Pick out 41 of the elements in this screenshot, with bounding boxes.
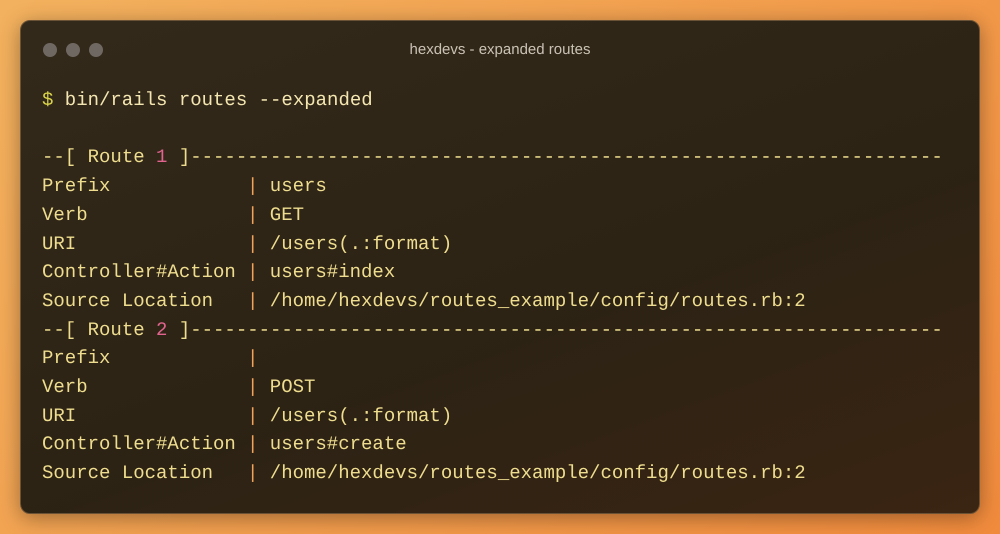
field-value: /users(.:format) [270, 232, 452, 256]
column-separator: | [247, 404, 258, 429]
column-separator: | [247, 432, 258, 458]
route-rule: ]------------------------------------------------------------------ [178, 145, 943, 170]
field-label: Controller#Action [42, 432, 236, 458]
field-label: Verb [42, 375, 88, 400]
field-value: GET [270, 202, 304, 228]
column-separator: | [247, 346, 258, 372]
column-separator: | [247, 202, 258, 228]
window-control-icon[interactable] [43, 43, 57, 57]
window-title: hexdevs - expanded routes [410, 40, 590, 60]
field-value: users#create [270, 432, 407, 458]
column-separator: | [247, 375, 258, 400]
route-number: 2 [156, 318, 168, 343]
prompt-symbol: $ [42, 88, 54, 113]
field-label: Controller#Action [42, 260, 236, 286]
field-label: Verb [42, 202, 88, 228]
command-text: bin/rails routes --expanded [64, 88, 373, 113]
column-separator: | [247, 232, 258, 256]
field-label: Prefix [42, 174, 110, 200]
field-value: users#index [270, 260, 396, 286]
route-rule: ]------------------------------------------------------------------ [178, 318, 943, 343]
column-separator: | [247, 461, 258, 486]
window-control-icon[interactable] [66, 43, 80, 57]
column-separator: | [247, 174, 258, 200]
field-value: users [270, 174, 327, 200]
field-value: /home/hexdevs/routes_example/config/routes.rb:2 [270, 288, 806, 314]
field-value: /home/hexdevs/routes_example/config/routes.rb:2 [270, 461, 806, 486]
field-label: Prefix [42, 346, 110, 372]
field-label: URI [42, 404, 76, 429]
route-header: --[ Route [42, 318, 145, 343]
route-header: --[ Route [42, 145, 145, 170]
field-label: Source Location [42, 461, 214, 486]
field-value: /users(.:format) [270, 404, 452, 429]
column-separator: | [247, 288, 258, 314]
column-separator: | [247, 260, 258, 286]
route-number: 1 [156, 145, 168, 170]
field-value: POST [270, 375, 316, 400]
window-control-icon[interactable] [89, 43, 103, 57]
field-label: URI [42, 232, 76, 256]
field-label: Source Location [42, 288, 214, 314]
